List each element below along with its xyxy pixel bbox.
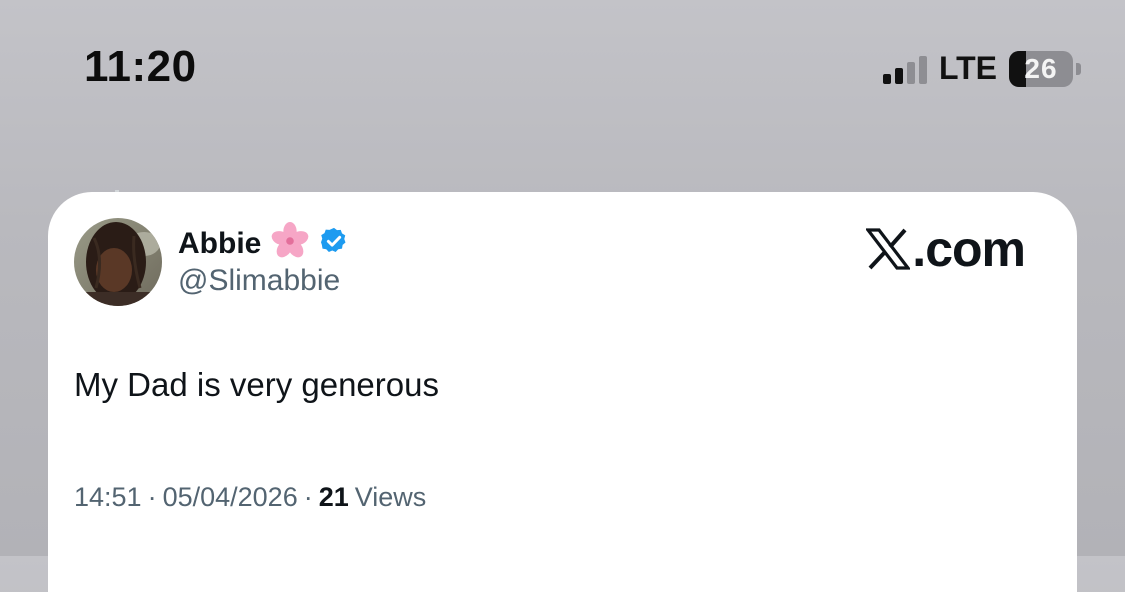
tweet-date[interactable]: 05/04/2026 <box>163 482 298 513</box>
status-time: 11:20 <box>84 42 197 91</box>
tweet-text: My Dad is very generous <box>74 366 439 403</box>
avatar[interactable] <box>74 218 162 306</box>
separator-dot: · <box>147 482 157 512</box>
battery-icon: 26 <box>1009 50 1081 87</box>
tweet-time[interactable]: 14:51 <box>74 482 142 513</box>
display-name[interactable]: Abbie <box>178 227 261 261</box>
cherry-blossom-icon <box>271 222 309 265</box>
network-type-label: LTE <box>938 50 997 86</box>
separator-dot: · <box>303 482 313 512</box>
verified-badge-icon <box>319 226 349 261</box>
battery-level: 26 <box>1024 52 1058 84</box>
status-indicators: LTE 26 <box>882 50 1081 87</box>
brand-domain: .com <box>912 221 1026 277</box>
cellular-signal-icon <box>882 54 927 84</box>
tweet-metadata: 14:51 · 05/04/2026 · 21 Views <box>74 482 426 513</box>
tweet-card[interactable]: Abbie @Slimabbie .com My Dad is very gen… <box>48 192 1077 592</box>
user-handle[interactable]: @Slimabbie <box>178 264 340 298</box>
display-name-row: Abbie <box>178 222 349 265</box>
views-label: Views <box>354 482 427 512</box>
views-count: 21 <box>318 482 349 512</box>
x-logo: .com <box>866 220 1026 278</box>
x-logo-icon <box>866 228 911 270</box>
